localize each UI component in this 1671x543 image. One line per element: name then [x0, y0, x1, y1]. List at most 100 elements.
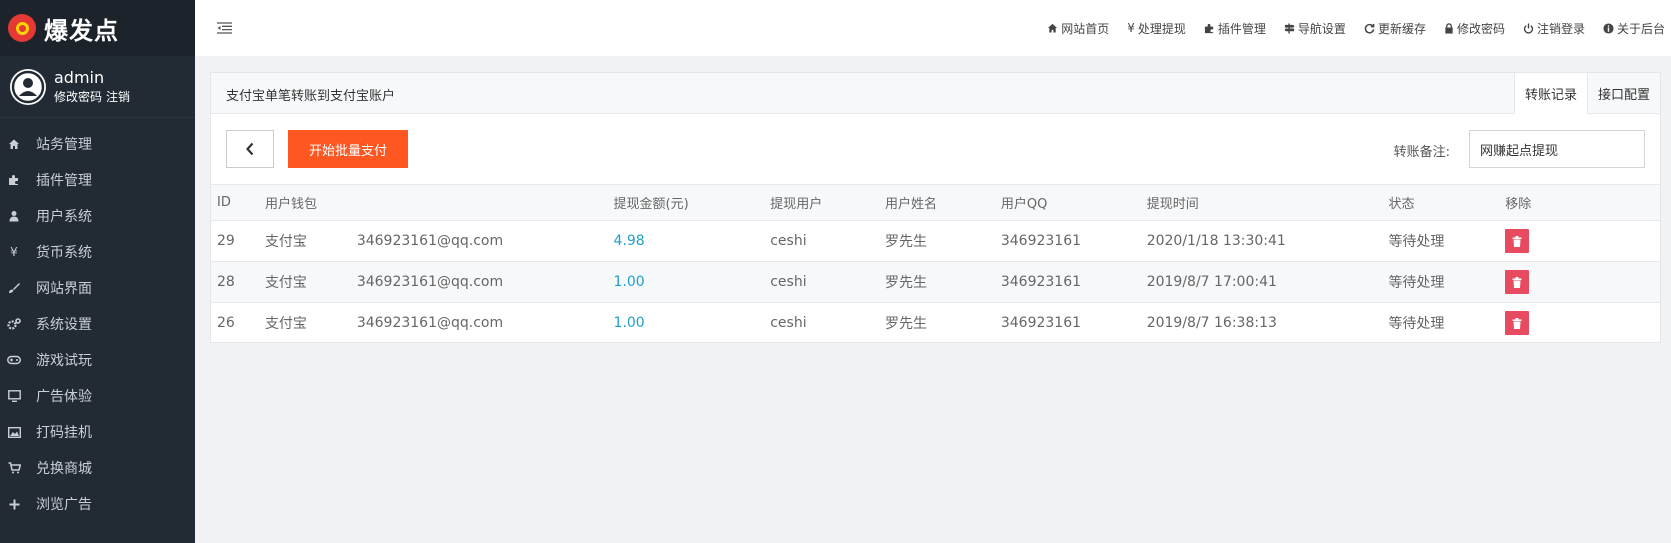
column-header: 用户钱包	[258, 184, 351, 221]
tab-interface-config[interactable]: 接口配置	[1586, 73, 1660, 114]
delete-button[interactable]	[1505, 270, 1530, 294]
cell-remove	[1499, 221, 1660, 262]
column-header: 状态	[1382, 184, 1500, 221]
cell-amount: 1.00	[613, 315, 645, 332]
sidebar-item-settings[interactable]: 系统设置	[0, 306, 195, 342]
top-nav: 网站首页 ¥ 处理提现 插件管理 导航设置 更新缓存 修改密码 注销登录 关于后	[1029, 0, 1665, 56]
transfer-panel: 支付宝单笔转账到支付宝账户 转账记录 接口配置 开始批量支付 转账备注: ID …	[210, 72, 1661, 343]
sidebar-item-label: 用户系统	[36, 209, 92, 225]
delete-button[interactable]	[1505, 311, 1530, 336]
lock-icon	[1444, 22, 1454, 34]
column-header: 提现用户	[764, 184, 880, 221]
home-icon	[1047, 23, 1058, 33]
sidebar-item-label: 广告体验	[36, 389, 92, 405]
sidebar-item-browse-ads[interactable]: 浏览广告	[0, 486, 195, 522]
cell-user: ceshi	[770, 274, 807, 290]
sidebar-item-currency[interactable]: ¥ 货币系统	[0, 234, 195, 270]
table-header-row: ID 用户钱包 提现金额(元) 提现用户 用户姓名 用户QQ 提现时间 状态 移…	[211, 184, 1660, 221]
image-icon	[6, 424, 22, 440]
back-button[interactable]	[226, 130, 274, 168]
panel-title: 支付宝单笔转账到支付宝账户	[226, 89, 396, 104]
menu-toggle-icon[interactable]	[217, 21, 233, 35]
cell-account: 346923161@qq.com	[356, 233, 504, 249]
top-link-label: 导航设置	[1297, 21, 1346, 36]
trash-icon	[1512, 276, 1522, 288]
top-link-home[interactable]: 网站首页	[1047, 20, 1109, 37]
cell-account: 346923161@qq.com	[356, 315, 504, 332]
top-link-label: 注销登录	[1536, 21, 1585, 36]
cell-user: ceshi	[770, 315, 807, 332]
sidebar-item-captcha[interactable]: 打码挂机	[0, 414, 195, 450]
sidebar-item-label: 打码挂机	[36, 425, 92, 441]
top-link-label: 关于后台	[1616, 21, 1665, 36]
sidebar-item-interface[interactable]: 网站界面	[0, 270, 195, 306]
batch-pay-button[interactable]: 开始批量支付	[288, 130, 408, 168]
top-link-logout[interactable]: 注销登录	[1523, 20, 1585, 37]
signpost-icon	[1284, 22, 1295, 34]
change-password-link[interactable]: 修改密码	[54, 90, 102, 104]
plus-icon	[6, 496, 22, 512]
user-name: admin	[54, 67, 105, 87]
top-link-withdraw[interactable]: ¥ 处理提现	[1127, 20, 1186, 37]
sidebar-item-users[interactable]: 用户系统	[0, 198, 195, 234]
top-link-about[interactable]: 关于后台	[1603, 20, 1665, 37]
top-link-navigation[interactable]: 导航设置	[1284, 20, 1346, 37]
delete-button[interactable]	[1505, 229, 1530, 253]
cell-id: 28	[217, 274, 235, 290]
tab-transfer-records[interactable]: 转账记录	[1513, 73, 1587, 114]
withdraw-table: ID 用户钱包 提现金额(元) 提现用户 用户姓名 用户QQ 提现时间 状态 移…	[211, 184, 1660, 344]
yen-icon: ¥	[10, 245, 18, 259]
sidebar-item-ads-experience[interactable]: 广告体验	[0, 378, 195, 414]
table-row: 29 支付宝 346923161@qq.com 4.98 ceshi 罗先生 3…	[211, 220, 1660, 262]
remark-input[interactable]	[1469, 130, 1645, 168]
sidebar-item-plugins[interactable]: 插件管理	[0, 162, 195, 198]
refresh-icon	[1364, 23, 1375, 34]
brush-icon	[6, 280, 22, 296]
panel-header: 支付宝单笔转账到支付宝账户 转账记录 接口配置	[211, 73, 1660, 114]
cell-qq: 346923161	[1000, 315, 1082, 332]
cell-account: 346923161@qq.com	[356, 274, 504, 290]
sidebar-item-label: 插件管理	[36, 173, 92, 189]
gamepad-icon	[6, 352, 22, 368]
sidebar-item-label: 浏览广告	[36, 497, 92, 513]
trash-icon	[1512, 317, 1522, 329]
column-header: 用户姓名	[879, 184, 995, 221]
logo-icon	[8, 14, 36, 42]
logo-bar: 爆发点	[0, 0, 195, 56]
sidebar-nav: 站务管理 插件管理 用户系统 ¥ 货币系统 网站界面 系统设置 游戏试玩 广告体	[0, 126, 195, 522]
home-icon	[6, 136, 22, 152]
sidebar-item-shop[interactable]: 兑换商城	[0, 450, 195, 486]
sidebar-item-label: 站务管理	[36, 137, 92, 153]
sidebar-item-games[interactable]: 游戏试玩	[0, 342, 195, 378]
cell-remove	[1499, 262, 1660, 303]
top-link-plugins[interactable]: 插件管理	[1204, 20, 1266, 37]
cell-name: 罗先生	[885, 234, 928, 250]
trash-icon	[1512, 235, 1522, 247]
top-link-cache[interactable]: 更新缓存	[1364, 20, 1426, 37]
user-panel: admin 修改密码 注销	[0, 56, 195, 118]
cell-remove	[1499, 303, 1660, 344]
topbar: 网站首页 ¥ 处理提现 插件管理 导航设置 更新缓存 修改密码 注销登录 关于后	[195, 0, 1671, 56]
table-row: 26 支付宝 346923161@qq.com 1.00 ceshi 罗先生 3…	[211, 302, 1660, 344]
monitor-icon	[6, 388, 22, 404]
top-link-password[interactable]: 修改密码	[1444, 20, 1505, 37]
user-icon	[6, 208, 22, 224]
table-row: 28 支付宝 346923161@qq.com 1.00 ceshi 罗先生 3…	[211, 261, 1660, 303]
cell-id: 29	[217, 233, 235, 249]
avatar	[10, 68, 46, 105]
remark-label: 转账备注:	[1393, 145, 1450, 160]
sidebar-item-site-admin[interactable]: 站务管理	[0, 126, 195, 162]
cell-wallet: 支付宝	[264, 316, 307, 333]
top-link-label: 网站首页	[1061, 21, 1110, 36]
column-header: 提现时间	[1140, 184, 1383, 221]
sidebar: 爆发点 admin 修改密码注销 站务管理 插件管理 用户系统 ¥ 货币系统	[0, 0, 195, 543]
cell-name: 罗先生	[885, 316, 928, 333]
chevron-left-icon	[246, 142, 254, 156]
cell-status: 等待处理	[1388, 234, 1445, 250]
top-link-label: 处理提现	[1137, 21, 1186, 36]
cell-qq: 346923161	[1000, 233, 1082, 249]
cart-icon	[6, 460, 22, 476]
cell-id: 26	[217, 315, 235, 332]
logout-link[interactable]: 注销	[106, 90, 130, 104]
cell-time: 2020/1/18 13:30:41	[1146, 233, 1286, 249]
